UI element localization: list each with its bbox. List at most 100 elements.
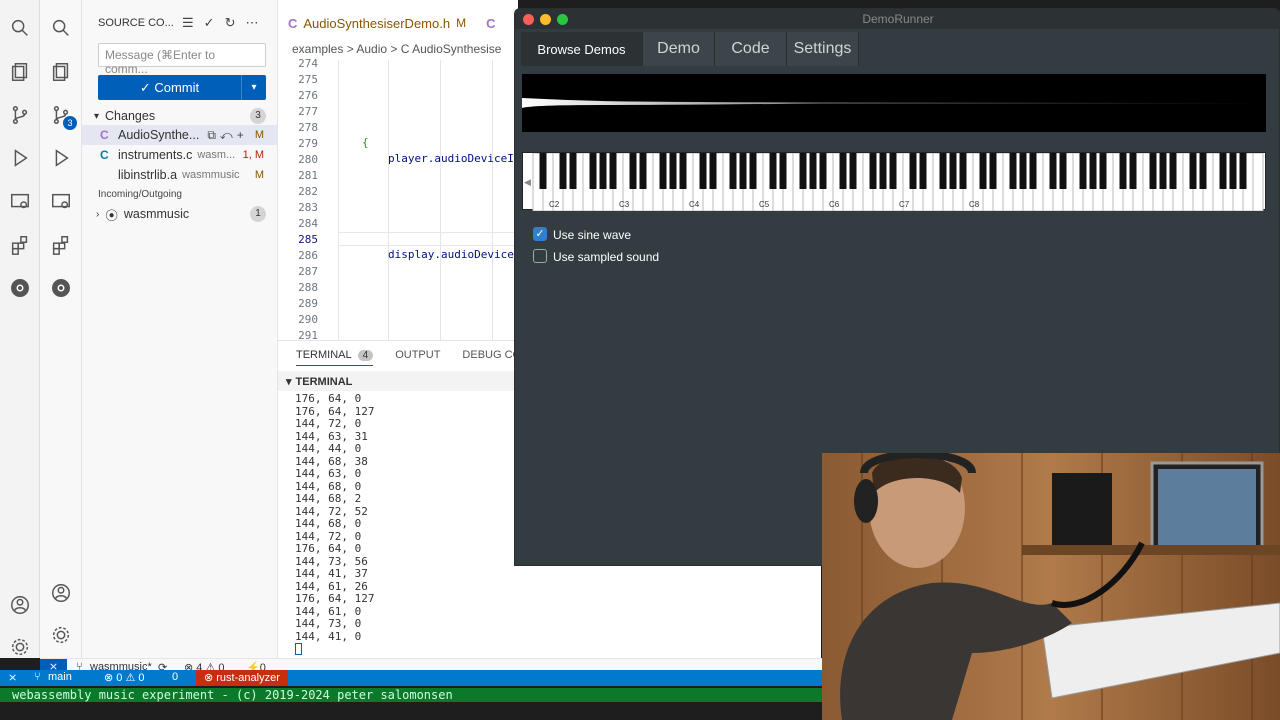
black-key[interactable] bbox=[1029, 153, 1037, 189]
black-key[interactable] bbox=[809, 153, 817, 189]
black-key[interactable] bbox=[1119, 153, 1127, 189]
black-key[interactable] bbox=[679, 153, 687, 189]
black-key[interactable] bbox=[799, 153, 807, 189]
remote-explorer-icon[interactable] bbox=[49, 190, 73, 214]
remote-indicator-icon[interactable]: ⨯ bbox=[8, 671, 17, 684]
settings-gear-icon[interactable] bbox=[8, 635, 32, 659]
commit-check-icon[interactable]: ✓ bbox=[204, 15, 215, 31]
explorer-icon[interactable] bbox=[49, 60, 73, 84]
black-key[interactable] bbox=[1169, 153, 1177, 189]
black-key[interactable] bbox=[1129, 153, 1137, 189]
file-actions-icons[interactable]: ⧉↶+ bbox=[207, 128, 247, 143]
black-key[interactable] bbox=[709, 153, 717, 189]
incoming-outgoing-item[interactable]: › ⦿ wasmmusic 1 bbox=[82, 204, 278, 224]
explorer-icon[interactable] bbox=[8, 60, 32, 84]
midi-keyboard[interactable]: ◀ C2 C3 C4 C5 C6 C7 C8 bbox=[522, 152, 1267, 212]
code-line[interactable]: display.audioDeviceI bbox=[388, 248, 520, 261]
account-icon[interactable] bbox=[8, 593, 32, 617]
sine-wave-checkbox[interactable]: ✓ bbox=[533, 227, 547, 241]
black-key[interactable] bbox=[639, 153, 647, 189]
black-key[interactable] bbox=[849, 153, 857, 189]
run-debug-icon[interactable] bbox=[49, 146, 73, 170]
changed-file-row[interactable]: C AudioSynthe... ⧉↶+ M bbox=[82, 125, 278, 145]
black-key[interactable] bbox=[939, 153, 947, 189]
black-key[interactable] bbox=[699, 153, 707, 189]
black-key[interactable] bbox=[879, 153, 887, 189]
black-key[interactable] bbox=[659, 153, 667, 189]
black-key[interactable] bbox=[1079, 153, 1087, 189]
changes-group[interactable]: ▾ Changes 3 bbox=[82, 106, 278, 126]
black-key[interactable] bbox=[609, 153, 617, 189]
extensions-icon[interactable] bbox=[8, 233, 32, 257]
terminal-output[interactable]: 176, 64, 0 176, 64, 127 144, 72, 0 144, 63,… bbox=[295, 392, 374, 643]
black-key[interactable] bbox=[729, 153, 737, 189]
black-key[interactable] bbox=[1229, 153, 1237, 189]
editor-tab[interactable]: C bbox=[476, 8, 511, 38]
source-control-icon[interactable] bbox=[8, 103, 32, 127]
black-key[interactable] bbox=[779, 153, 787, 189]
source-control-icon[interactable]: 3 bbox=[49, 103, 77, 130]
extensions-icon[interactable] bbox=[49, 233, 73, 257]
black-key[interactable] bbox=[1099, 153, 1107, 189]
code-brace[interactable]: { bbox=[362, 136, 369, 149]
black-key[interactable] bbox=[869, 153, 877, 189]
black-key[interactable] bbox=[669, 153, 677, 189]
black-key[interactable] bbox=[909, 153, 917, 189]
window-titlebar[interactable]: DemoRunner bbox=[515, 9, 1280, 29]
scroll-left-icon[interactable]: ◀ bbox=[524, 177, 531, 187]
tab-browse-demos[interactable]: Browse Demos bbox=[521, 32, 643, 66]
black-key[interactable] bbox=[1009, 153, 1017, 189]
black-key[interactable] bbox=[559, 153, 567, 189]
ports-indicator[interactable]: 0 bbox=[172, 671, 178, 683]
run-debug-icon[interactable] bbox=[8, 146, 32, 170]
commit-button[interactable]: ✓ Commit ▾ bbox=[98, 75, 266, 100]
black-key[interactable] bbox=[629, 153, 637, 189]
remote-explorer-icon[interactable] bbox=[8, 190, 32, 214]
view-as-list-icon[interactable]: ☰ bbox=[182, 15, 194, 31]
tab-output[interactable]: OUTPUT bbox=[395, 349, 440, 366]
black-key[interactable] bbox=[539, 153, 547, 189]
black-key[interactable] bbox=[1089, 153, 1097, 189]
tab-code[interactable]: Code bbox=[715, 32, 787, 66]
black-key[interactable] bbox=[769, 153, 777, 189]
rust-analyzer-status[interactable]: ⊗ rust-analyzer bbox=[196, 670, 288, 686]
black-key[interactable] bbox=[569, 153, 577, 189]
settings-gear-icon[interactable] bbox=[49, 623, 73, 647]
black-key[interactable] bbox=[1219, 153, 1227, 189]
black-key[interactable] bbox=[949, 153, 957, 189]
search-icon[interactable] bbox=[49, 16, 73, 40]
black-key[interactable] bbox=[1049, 153, 1057, 189]
problems-indicator[interactable]: ⊗ 0 ⚠ 0 bbox=[104, 671, 144, 684]
commit-message-input[interactable]: Message (⌘Enter to comm... bbox=[98, 43, 266, 76]
account-icon[interactable] bbox=[49, 581, 73, 605]
kubernetes-icon[interactable] bbox=[8, 276, 32, 300]
changed-file-row[interactable]: C instruments.c wasm... 1, M bbox=[82, 145, 278, 165]
breadcrumb[interactable]: examples > Audio > C AudioSynthesise bbox=[292, 42, 501, 56]
black-key[interactable] bbox=[1149, 153, 1157, 189]
more-actions-icon[interactable]: ⋯ bbox=[245, 15, 258, 31]
code-line[interactable]: player.audioDeviceIO bbox=[388, 152, 520, 165]
search-icon[interactable] bbox=[8, 16, 32, 40]
black-key[interactable] bbox=[749, 153, 757, 189]
changed-file-row[interactable]: libinstrlib.a wasmmusic M bbox=[82, 165, 278, 185]
tab-settings[interactable]: Settings bbox=[787, 32, 859, 66]
black-key[interactable] bbox=[889, 153, 897, 189]
white-key[interactable] bbox=[1252, 152, 1264, 212]
black-key[interactable] bbox=[989, 153, 997, 189]
black-key[interactable] bbox=[1159, 153, 1167, 189]
black-key[interactable] bbox=[589, 153, 597, 189]
black-key[interactable] bbox=[599, 153, 607, 189]
black-key[interactable] bbox=[919, 153, 927, 189]
black-key[interactable] bbox=[1189, 153, 1197, 189]
black-key[interactable] bbox=[1019, 153, 1027, 189]
commit-dropdown-chevron-icon[interactable]: ▾ bbox=[242, 82, 266, 93]
black-key[interactable] bbox=[739, 153, 747, 189]
editor-tab-active[interactable]: C AudioSynthesiserDemo.h M bbox=[278, 8, 477, 38]
refresh-icon[interactable]: ↻ bbox=[225, 15, 236, 31]
black-key[interactable] bbox=[979, 153, 987, 189]
black-key[interactable] bbox=[1239, 153, 1247, 189]
sampled-sound-checkbox[interactable] bbox=[533, 249, 547, 263]
black-key[interactable] bbox=[839, 153, 847, 189]
branch-name[interactable]: main bbox=[48, 671, 72, 683]
piano-keys[interactable]: ◀ C2 C3 C4 C5 C6 C7 C8 bbox=[523, 152, 1267, 212]
